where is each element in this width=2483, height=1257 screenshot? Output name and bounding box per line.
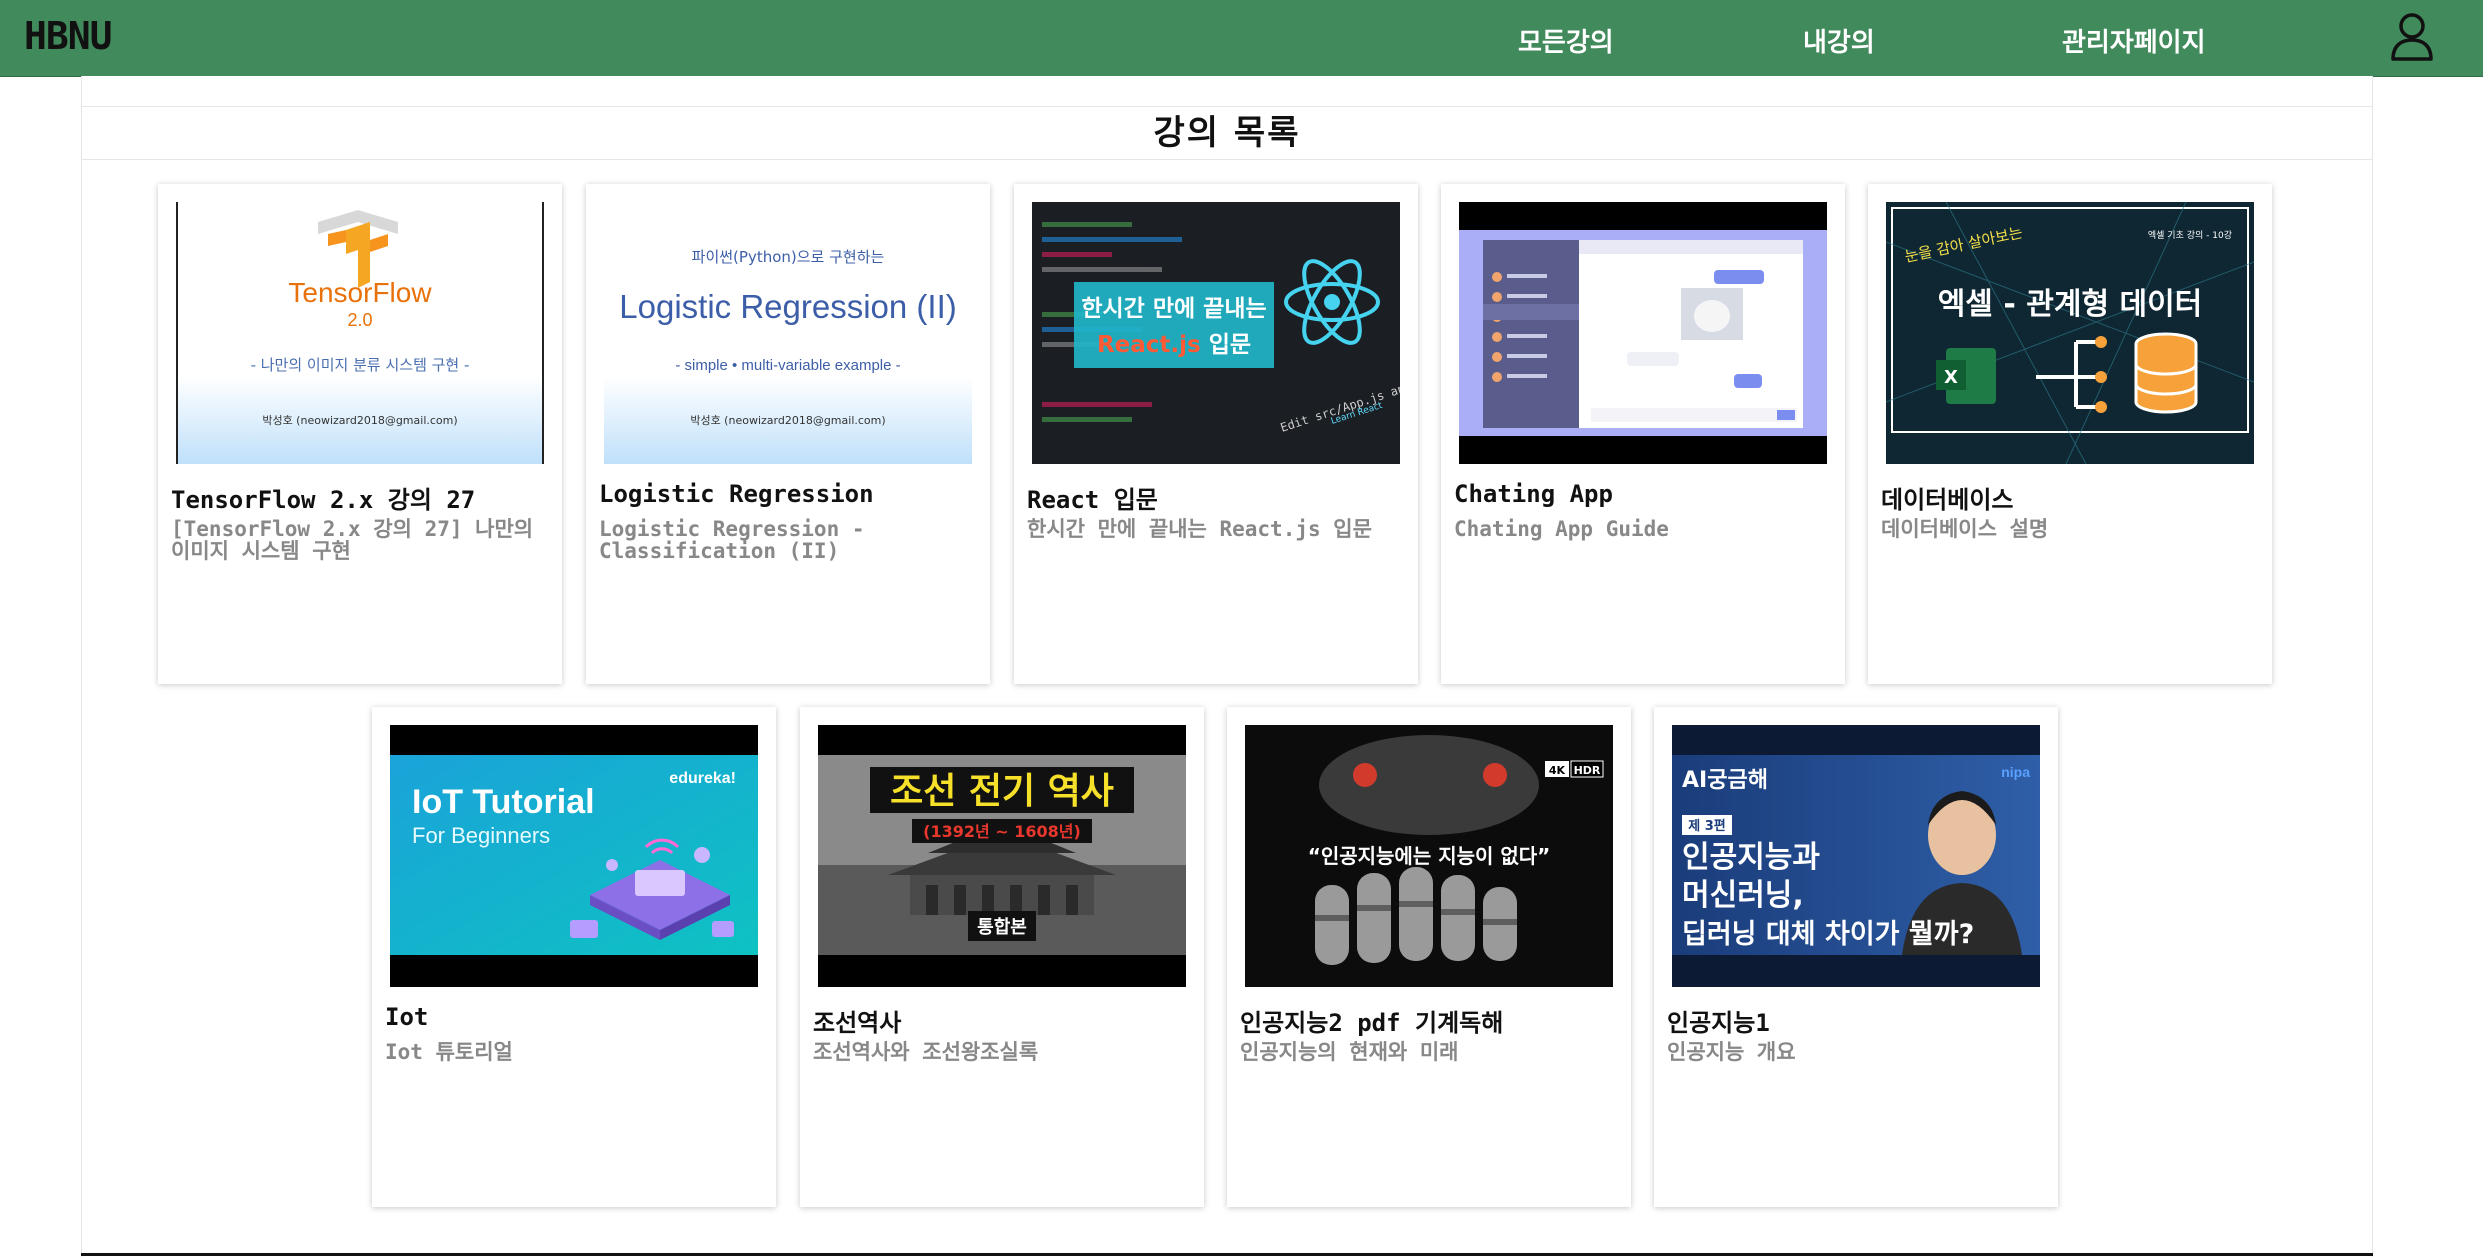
page-title: 강의 목록 bbox=[1153, 113, 1301, 153]
user-icon[interactable] bbox=[2390, 12, 2434, 62]
nav-my-courses[interactable]: 내강의 bbox=[1803, 22, 1875, 59]
course-thumbnail: TensorFlow 2.0 - 나만의 이미지 분류 시스템 구현 - 박성호… bbox=[176, 202, 544, 464]
course-description: 인공지능 개요 bbox=[1667, 1040, 1796, 1064]
course-thumbnail bbox=[1459, 202, 1827, 464]
course-card[interactable]: 한시간 만에 끝내는 React.js 입문 Edit src/App.js a… bbox=[1014, 184, 1418, 684]
thumb-logo-text: TensorFlow bbox=[288, 277, 432, 308]
thumb-top-text: 파이썬(Python)으로 구현하는 bbox=[692, 248, 885, 266]
course-card[interactable]: 파이썬(Python)으로 구현하는 Logistic Regression (… bbox=[586, 184, 990, 684]
course-title: 인공지능2 pdf 기계독해 bbox=[1240, 1009, 1504, 1037]
course-card[interactable]: Chating App Chating App Guide bbox=[1441, 184, 1845, 684]
thumb-author: 박성호 (neowizard2018@gmail.com) bbox=[262, 414, 457, 427]
course-thumbnail: 4K HDR “인공지능에는 지능이 없다” bbox=[1245, 725, 1613, 987]
course-thumbnail: AI궁금해 nipa 제 3편 인공지능과 머신러닝, 딥러닝 대체 차이가 뭘… bbox=[1672, 725, 2040, 987]
content-divider bbox=[81, 1253, 2373, 1256]
thumb-episode: 제 3편 bbox=[1688, 818, 1726, 834]
thumb-accent: React.js bbox=[1097, 332, 1201, 358]
thumb-badge-4k: 4K bbox=[1549, 764, 1566, 777]
thumb-brand-text: edureka! bbox=[669, 770, 736, 787]
thumb-quote: “인공지능에는 지능이 없다” bbox=[1308, 844, 1551, 868]
thumb-main-text: 엑셀 - 관계형 데이터 bbox=[1938, 287, 2203, 322]
course-description: 인공지능의 현재와 미래 bbox=[1240, 1040, 1459, 1064]
thumb-rest: 입문 bbox=[1201, 332, 1251, 358]
svg-text:X: X bbox=[1944, 367, 1958, 388]
thumb-main-text: 조선 전기 역사 bbox=[890, 771, 1114, 812]
course-card[interactable]: 눈을 감아 살아보는 엑셀 기초 강의 - 10강 엑셀 - 관계형 데이터 X bbox=[1868, 184, 2272, 684]
course-thumbnail: 조선 전기 역사 (1392년 ~ 1608년) 통합본 bbox=[818, 725, 1186, 987]
course-description: Chating App Guide bbox=[1454, 517, 1669, 541]
course-description: 한시간 만에 끝내는 React.js 입문 bbox=[1027, 517, 1372, 541]
course-thumbnail: 한시간 만에 끝내는 React.js 입문 Edit src/App.js a… bbox=[1032, 202, 1400, 464]
course-description: Iot 튜토리얼 bbox=[385, 1040, 513, 1064]
thumb-main-text: Logistic Regression (II) bbox=[619, 288, 956, 325]
course-title: 데이터베이스 bbox=[1881, 486, 2014, 514]
top-navbar: HBNU 모든강의 내강의 관리자페이지 bbox=[0, 0, 2483, 77]
course-title: 조선역사 bbox=[813, 1009, 902, 1037]
course-title: React 입문 bbox=[1027, 486, 1158, 514]
nav-admin-page[interactable]: 관리자페이지 bbox=[2062, 22, 2206, 59]
thumb-line1: 인공지능과 bbox=[1682, 840, 1820, 875]
course-card[interactable]: AI궁금해 nipa 제 3편 인공지능과 머신러닝, 딥러닝 대체 차이가 뭘… bbox=[1654, 707, 2058, 1207]
thumb-main-text: IoT Tutorial bbox=[412, 783, 595, 821]
brand-logo[interactable]: HBNU bbox=[24, 14, 113, 58]
course-description: Logistic Regression - Classification (II… bbox=[599, 517, 865, 563]
course-title: Iot bbox=[385, 1003, 429, 1031]
course-card[interactable]: IoT Tutorial For Beginners edureka! Iot … bbox=[372, 707, 776, 1207]
course-description: 데이터베이스 설명 bbox=[1881, 517, 2049, 541]
thumb-line1: 한시간 만에 끝내는 bbox=[1081, 296, 1266, 322]
course-description: [TensorFlow 2.x 강의 27] 나만의 이미지 시스템 구현 bbox=[171, 517, 534, 563]
thumb-brand: AI궁금해 bbox=[1682, 768, 1768, 793]
thumb-line3: 딥러닝 대체 차이가 뭘까? bbox=[1682, 919, 1974, 950]
thumb-top-right: 엑셀 기초 강의 - 10강 bbox=[2148, 229, 2232, 241]
course-description: 조선역사와 조선왕조실록 bbox=[813, 1040, 1039, 1064]
course-thumbnail: IoT Tutorial For Beginners edureka! bbox=[390, 725, 758, 987]
thumb-version: 2.0 bbox=[347, 310, 372, 330]
thumb-badge-hdr: HDR bbox=[1574, 764, 1601, 777]
course-card[interactable]: 4K HDR “인공지능에는 지능이 없다” 인공지능2 pdf 기계독해 인공… bbox=[1227, 707, 1631, 1207]
course-title: TensorFlow 2.x 강의 27 bbox=[171, 486, 476, 514]
thumb-line2: 머신러닝, bbox=[1682, 878, 1804, 913]
course-title: Chating App bbox=[1454, 480, 1613, 508]
thumb-subtitle: - simple • multi-variable example - bbox=[675, 357, 900, 374]
course-thumbnail: 파이썬(Python)으로 구현하는 Logistic Regression (… bbox=[604, 202, 972, 464]
thumb-sub-text: For Beginners bbox=[412, 823, 550, 848]
thumb-badge: 통합본 bbox=[977, 916, 1027, 938]
list-header: 강의 목록 bbox=[82, 106, 2372, 160]
course-thumbnail: 눈을 감아 살아보는 엑셀 기초 강의 - 10강 엑셀 - 관계형 데이터 X bbox=[1886, 202, 2254, 464]
thumb-channel: nipa bbox=[2001, 764, 2030, 780]
course-title: 인공지능1 bbox=[1667, 1009, 1770, 1037]
course-card[interactable]: 조선 전기 역사 (1392년 ~ 1608년) 통합본 조선역사 조선역사와 … bbox=[800, 707, 1204, 1207]
nav-all-courses[interactable]: 모든강의 bbox=[1518, 22, 1614, 59]
thumb-subtitle: - 나만의 이미지 분류 시스템 구현 - bbox=[251, 356, 470, 374]
course-card[interactable]: TensorFlow 2.0 - 나만의 이미지 분류 시스템 구현 - 박성호… bbox=[158, 184, 562, 684]
thumb-years: (1392년 ~ 1608년) bbox=[923, 822, 1081, 841]
thumb-author: 박성호 (neowizard2018@gmail.com) bbox=[690, 414, 885, 427]
svg-text:React.js 입문: React.js 입문 bbox=[1097, 332, 1251, 358]
course-title: Logistic Regression bbox=[599, 480, 874, 508]
